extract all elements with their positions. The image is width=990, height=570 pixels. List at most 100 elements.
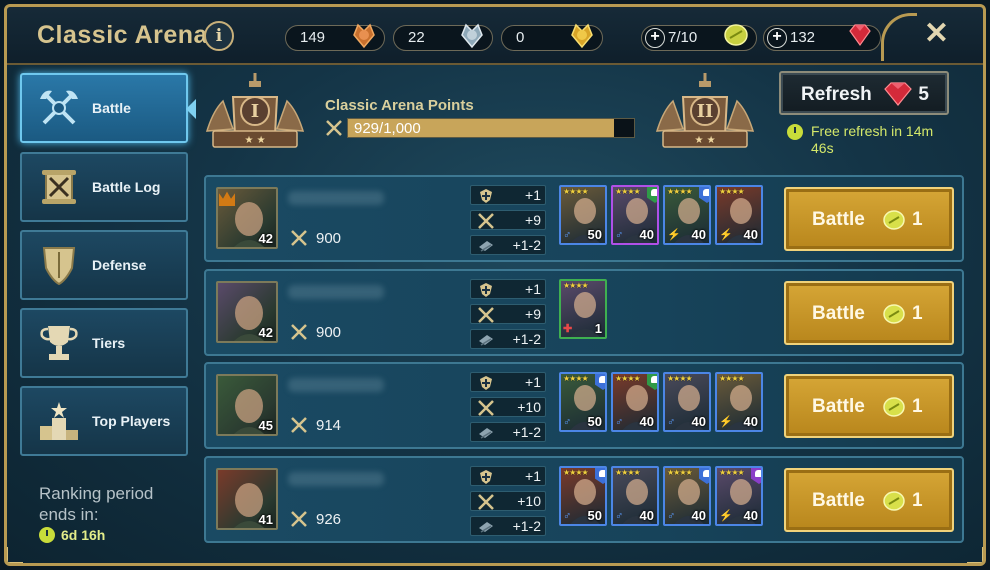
- arena-token-icon: [883, 491, 905, 511]
- clock-icon: [787, 124, 803, 140]
- reward-stat: +9: [470, 210, 546, 230]
- champion-level: 50: [587, 508, 602, 523]
- opponent-row: 42 900 +1 +9 +1-2 ★★★★ ✚ 1 Battle 1: [204, 269, 964, 356]
- star-rating: ★★★★: [615, 374, 641, 383]
- reward-stat-value: +1: [525, 468, 541, 484]
- page-title: Classic Arena: [37, 21, 208, 49]
- opponent-avatar[interactable]: 42: [216, 281, 278, 343]
- reward-stat: +10: [470, 491, 546, 511]
- opponent-power-value: 914: [316, 416, 342, 434]
- reward-stat-value: +10: [517, 399, 541, 415]
- battle-label: Battle: [812, 396, 865, 417]
- opponent-power-value: 926: [316, 510, 342, 528]
- battle-button[interactable]: Battle 1: [784, 374, 954, 438]
- refresh-cost: 5: [918, 84, 929, 105]
- shield-icon: [42, 247, 76, 286]
- gold-medal-counter: 0: [501, 23, 603, 51]
- opponent-level: 42: [258, 325, 273, 340]
- champion-card[interactable]: ★★★★ ♂ 50: [559, 466, 607, 526]
- podium-icon: [40, 402, 78, 440]
- ranking-period-label: Ranking period ends in:: [39, 484, 154, 524]
- opponent-power-value: 900: [316, 229, 342, 247]
- opponent-power: 914: [290, 416, 341, 434]
- add-gems-button[interactable]: +: [767, 27, 787, 48]
- opponent-level: 42: [258, 231, 273, 246]
- clock-icon: [39, 527, 55, 543]
- reward-stat: +1-2: [470, 235, 546, 255]
- reward-stat: +1: [470, 466, 546, 486]
- spirit-affinity-icon: ⚡: [719, 510, 733, 522]
- battle-button[interactable]: Battle 1: [784, 281, 954, 345]
- champion-card[interactable]: ★★★★ ⚡ 40: [715, 466, 763, 526]
- champion-level: 40: [639, 414, 654, 429]
- refresh-button[interactable]: Refresh 5: [779, 71, 949, 115]
- arena-token-count: 7/10: [668, 29, 698, 46]
- top-bar: Classic Arena i 149 22 0 + 7/10 + 132 ✕: [7, 7, 983, 65]
- opponent-row: 41 926 +1 +10 +1-2 ★★★★ ♂ 50 ★★★★ ♂ 40 ★★★★ ♂ 40 ★★★★ ⚡…: [204, 456, 964, 543]
- champion-card[interactable]: ★★★★ ⚡ 40: [715, 372, 763, 432]
- sidebar-item-top-players[interactable]: Top Players: [20, 386, 188, 456]
- crossed-swords-icon: [326, 120, 342, 136]
- champion-card[interactable]: ★★★★ ♂ 50: [559, 185, 607, 245]
- reward-stat-value: +9: [525, 212, 541, 228]
- reward-stat: +1-2: [470, 516, 546, 536]
- gems-counter: + 132: [763, 24, 881, 51]
- medal-bonus-icon: [480, 189, 492, 203]
- trophy-icon: [40, 326, 78, 360]
- battle-cost: 1: [912, 396, 923, 417]
- reward-stat: +9: [470, 304, 546, 324]
- info-button[interactable]: i: [204, 21, 234, 51]
- champion-level: 50: [587, 227, 602, 242]
- spirit-affinity-icon: ⚡: [667, 229, 681, 241]
- next-tier-badge: II ★ ★: [655, 73, 755, 148]
- champion-level: 40: [743, 414, 758, 429]
- champion-card[interactable]: ★★★★ ⚡ 40: [663, 185, 711, 245]
- opponent-avatar[interactable]: 42: [216, 187, 278, 249]
- ornament-curl: [881, 13, 917, 61]
- sidebar-item-battle[interactable]: Battle: [20, 73, 196, 143]
- reward-stat-value: +1-2: [512, 518, 541, 534]
- token-bonus-icon: [479, 335, 493, 346]
- star-rating: ★★★★: [563, 468, 589, 477]
- reward-stat: +1: [470, 372, 546, 392]
- champion-card[interactable]: ★★★★ ♂ 40: [611, 185, 659, 245]
- battle-button[interactable]: Battle 1: [784, 468, 954, 532]
- arena-token-icon: [883, 210, 905, 230]
- medal-bonus-icon: [480, 376, 492, 390]
- gems-count: 132: [790, 29, 816, 46]
- arena-points-label: Classic Arena Points: [325, 97, 474, 114]
- star-rating: ★★★★: [615, 187, 641, 196]
- champion-card[interactable]: ★★★★ ✚ 1: [559, 279, 607, 339]
- champion-card[interactable]: ★★★★ ♂ 40: [663, 372, 711, 432]
- active-indicator: [186, 99, 196, 119]
- points-bonus-icon: [478, 307, 494, 323]
- champion-card[interactable]: ★★★★ ♂ 50: [559, 372, 607, 432]
- opponent-power-value: 900: [316, 323, 342, 341]
- sidebar-item-label: Defense: [92, 257, 147, 273]
- champion-card[interactable]: ★★★★ ♂ 40: [663, 466, 711, 526]
- sidebar-item-defense[interactable]: Defense: [20, 230, 188, 300]
- champion-card[interactable]: ★★★★ ♂ 40: [611, 372, 659, 432]
- sidebar-item-battle-log[interactable]: Battle Log: [20, 152, 188, 222]
- battle-label: Battle: [812, 209, 865, 230]
- sidebar-item-tiers[interactable]: Tiers: [20, 308, 188, 378]
- magic-affinity-icon: ♂: [615, 510, 624, 522]
- champion-card[interactable]: ★★★★ ♂ 40: [611, 466, 659, 526]
- champion-card[interactable]: ★★★★ ⚡ 40: [715, 185, 763, 245]
- magic-affinity-icon: ♂: [667, 510, 676, 522]
- add-token-button[interactable]: +: [645, 27, 665, 48]
- close-button[interactable]: ✕: [924, 19, 949, 49]
- battle-label: Battle: [812, 490, 865, 511]
- points-bonus-icon: [478, 400, 494, 416]
- battle-button[interactable]: Battle 1: [784, 187, 954, 251]
- opponent-level: 45: [258, 418, 273, 433]
- reward-stat: +1-2: [470, 422, 546, 442]
- gem-icon: [884, 82, 912, 106]
- opponent-avatar[interactable]: 45: [216, 374, 278, 436]
- force-affinity-icon: ✚: [563, 323, 573, 335]
- reward-stat: +1: [470, 185, 546, 205]
- gem-icon: [849, 24, 871, 47]
- opponent-avatar[interactable]: 41: [216, 468, 278, 530]
- silver-medal-counter: 22: [393, 23, 493, 51]
- scroll-icon: [42, 170, 76, 204]
